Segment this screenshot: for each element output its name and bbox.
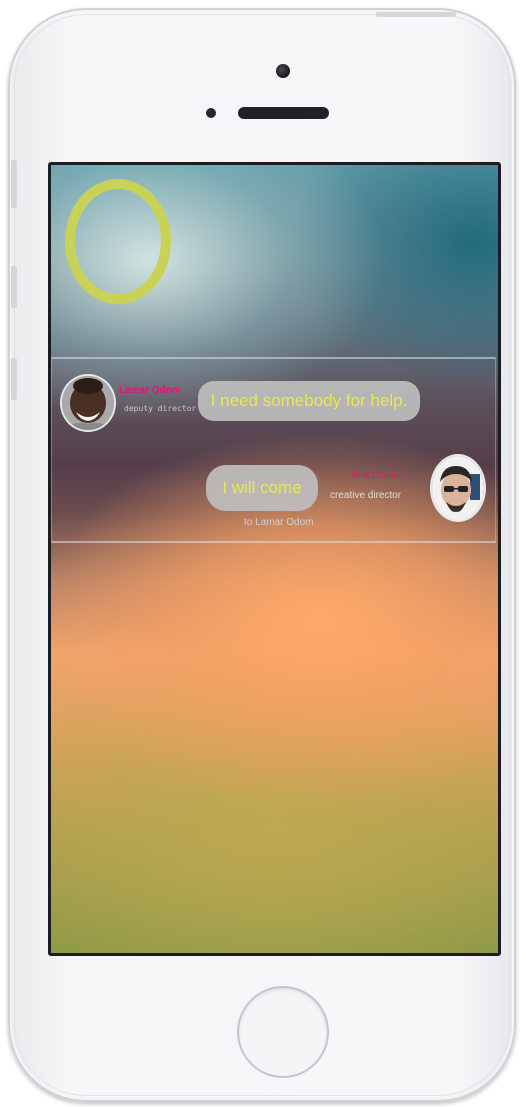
sender-role: deputy director [124, 404, 197, 413]
chat-panel: Lamar Odom deputy director I need somebo… [51, 357, 496, 543]
sender-name: Lamar Odom [119, 385, 181, 396]
avatar-lamar-odom[interactable] [60, 374, 116, 432]
volume-down-button [11, 358, 17, 400]
proximity-sensor [206, 108, 216, 118]
ring-icon[interactable] [65, 179, 171, 304]
avatar-rick-charles[interactable] [430, 454, 486, 522]
message-bubble[interactable]: I need somebody for help. [198, 381, 420, 421]
recipient-label: to Lamar Odom [244, 517, 314, 528]
sender-role: creative director [330, 490, 402, 501]
front-camera [276, 64, 290, 78]
avatar-photo [62, 376, 114, 430]
avatar-photo [432, 456, 484, 520]
earpiece-speaker [238, 107, 329, 119]
sender-name: Rick Charles [352, 470, 404, 480]
phone-screen: Lamar Odom deputy director I need somebo… [48, 162, 501, 956]
power-button [376, 12, 456, 17]
message-bubble[interactable]: I will come [206, 465, 318, 511]
mute-switch [11, 160, 17, 208]
volume-up-button [11, 266, 17, 308]
home-button[interactable] [239, 988, 327, 1076]
